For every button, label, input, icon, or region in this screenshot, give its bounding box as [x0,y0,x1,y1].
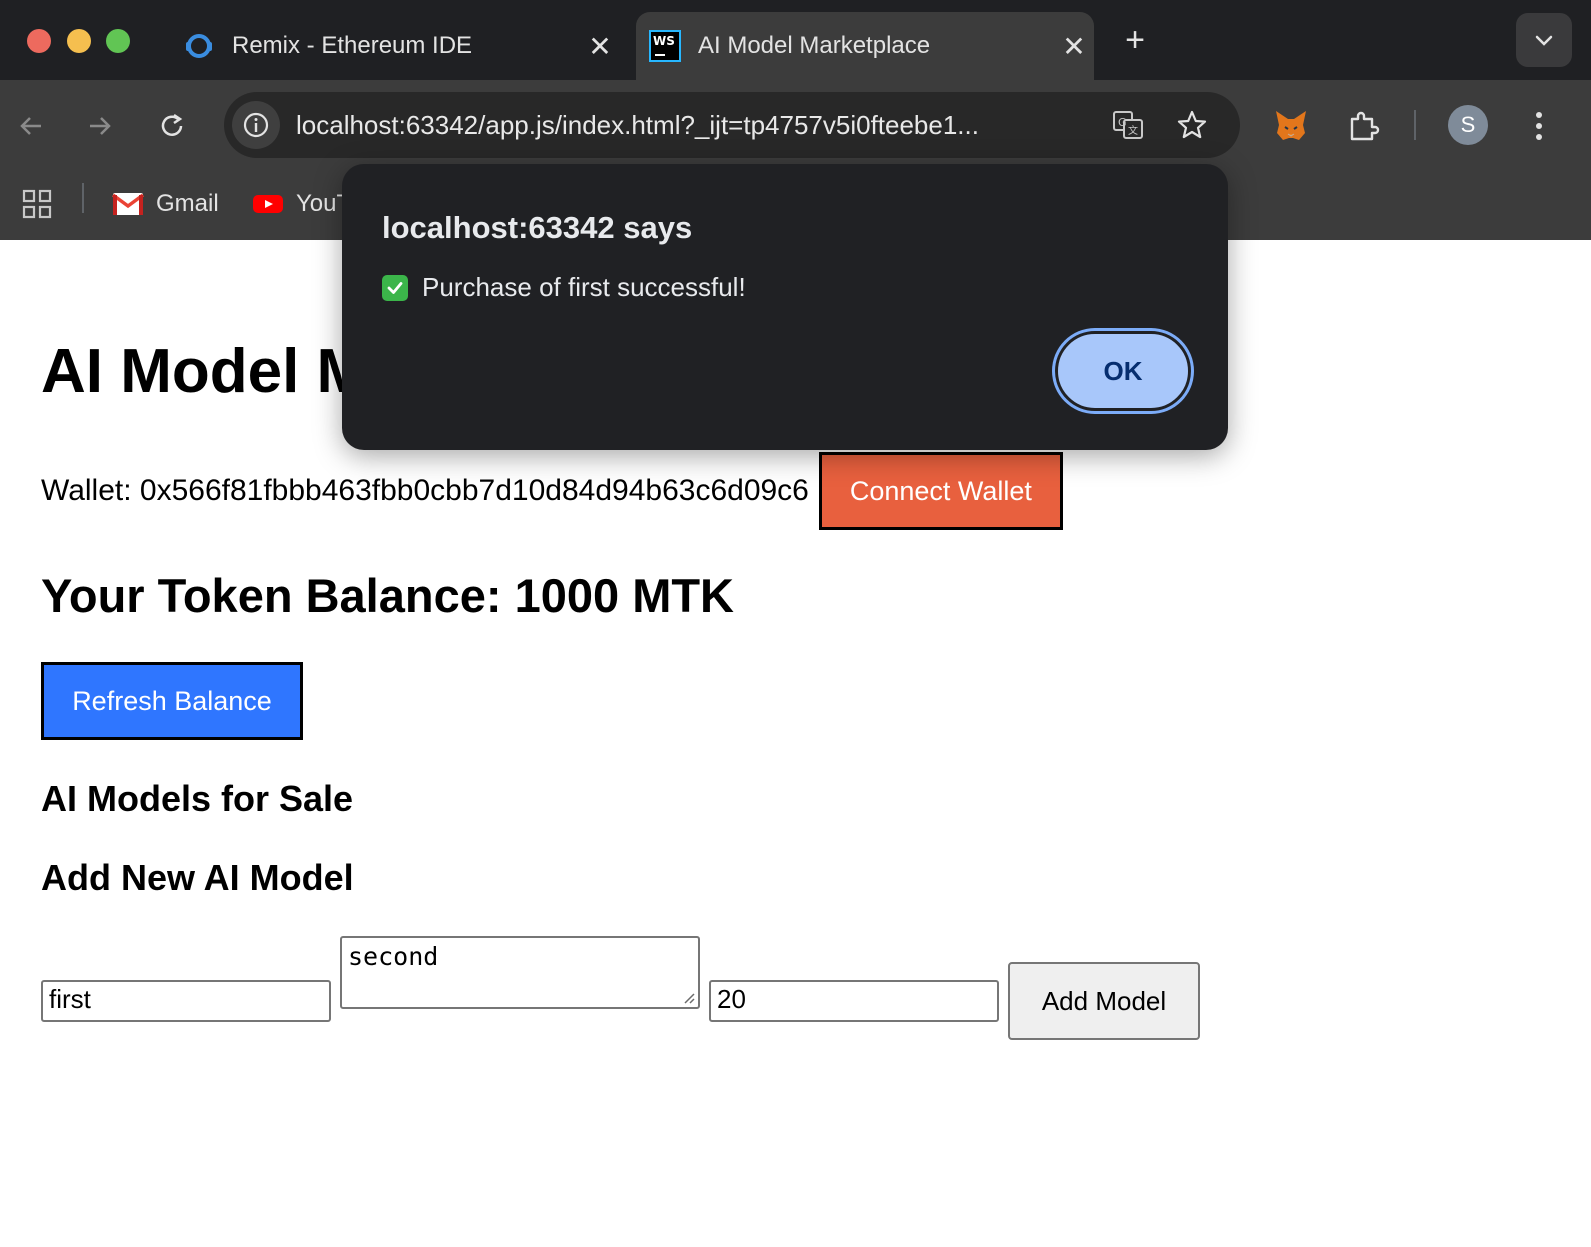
arrow-left-icon [20,117,41,135]
wallet-row: Wallet: 0x566f81fbbb463fbb0cbb7d10d84d94… [41,452,1063,530]
tab-search-button[interactable] [1516,13,1572,67]
chevron-down-icon [1535,35,1553,46]
gmail-icon [112,193,144,215]
forward-button[interactable] [78,104,122,148]
model-name-input[interactable]: first [41,980,331,1022]
close-icon[interactable]: ✕ [1054,30,1094,63]
check-mark-icon [382,274,408,301]
alert-dialog: localhost:63342 says Purchase of first s… [342,164,1228,450]
dialog-message: Purchase of first successful! [382,272,746,303]
maximize-window-button[interactable] [106,29,130,53]
svg-text:文: 文 [1128,124,1138,137]
address-bar[interactable]: localhost:63342/app.js/index.html?_ijt=t… [224,92,1240,158]
arrow-right-icon [90,117,111,135]
bookmark-gmail[interactable]: Gmail [112,184,219,224]
bookmark-label: Gmail [156,190,219,217]
url-text[interactable]: localhost:63342/app.js/index.html?_ijt=t… [296,110,1086,141]
token-balance: Your Token Balance: 1000 MTK [41,569,734,622]
webstorm-icon: WS [648,29,682,63]
reload-icon [161,113,183,136]
dialog-message-text: Purchase of first successful! [422,272,746,302]
star-icon[interactable] [1174,107,1210,143]
model-description-textarea[interactable]: second [340,936,700,1009]
browser-tab-bar: Remix - Ethereum IDE ✕ WS AI Model Marke… [0,0,1591,80]
textarea-value: second [348,942,439,971]
menu-icon[interactable] [1519,106,1559,146]
dialog-title: localhost:63342 says [382,210,693,245]
extensions-icon[interactable] [1343,106,1383,146]
bookmarks-divider [82,183,84,213]
remix-icon [182,29,216,63]
tab-title: Remix - Ethereum IDE [232,32,473,59]
tab-remix[interactable]: Remix - Ethereum IDE ✕ [170,12,620,80]
apps-icon[interactable] [22,184,52,224]
tab-title: AI Model Marketplace [698,32,931,59]
add-model-button[interactable]: Add Model [1008,962,1200,1040]
tab-ai-model-marketplace[interactable]: WS AI Model Marketplace ✕ [636,12,1094,80]
metamask-icon[interactable] [1271,106,1311,146]
bookmark-youtube[interactable]: YouT [252,184,351,224]
translate-icon[interactable]: G文 [1110,107,1146,143]
close-icon[interactable]: ✕ [580,30,620,63]
models-for-sale-heading: AI Models for Sale [41,778,354,819]
connect-wallet-button[interactable]: Connect Wallet [818,452,1063,530]
youtube-icon [253,195,283,213]
refresh-balance-button[interactable]: Refresh Balance [41,662,303,740]
profile-avatar[interactable]: S [1448,105,1488,145]
svg-text:G: G [1118,116,1127,129]
reload-button[interactable] [150,104,194,148]
resize-handle-icon[interactable] [681,990,695,1004]
browser-toolbar: localhost:63342/app.js/index.html?_ijt=t… [0,80,1591,170]
back-button[interactable] [9,104,53,148]
ok-button[interactable]: OK [1055,331,1191,411]
new-tab-button[interactable]: + [1115,20,1155,60]
add-model-heading: Add New AI Model [41,857,354,898]
toolbar-divider [1414,110,1416,140]
site-info-icon[interactable] [232,101,280,149]
minimize-window-button[interactable] [67,29,91,53]
close-window-button[interactable] [27,29,51,53]
wallet-address: Wallet: 0x566f81fbbb463fbb0cbb7d10d84d94… [41,474,809,507]
model-price-input[interactable]: 20 [709,980,999,1022]
